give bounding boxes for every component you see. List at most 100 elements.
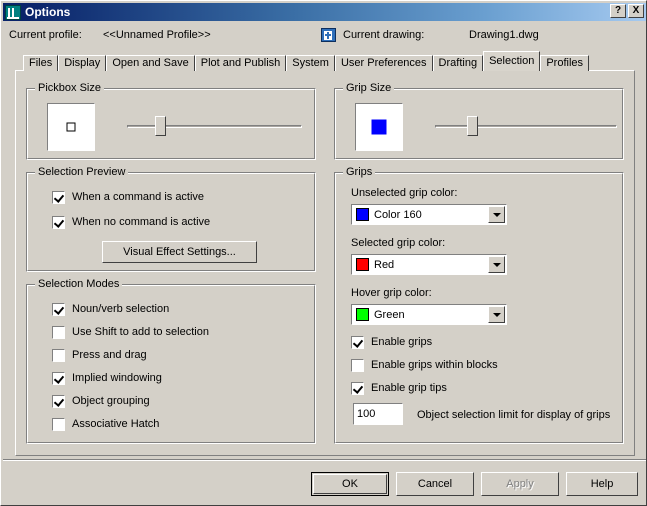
checkbox-box[interactable] bbox=[351, 381, 364, 395]
hover-grip-color-dropdown[interactable]: Green bbox=[351, 304, 507, 325]
checkbox-box[interactable] bbox=[351, 358, 364, 372]
tab-selection[interactable]: Selection bbox=[483, 51, 541, 71]
checkbox-box[interactable] bbox=[52, 394, 65, 408]
grip-size-group: Grip Size bbox=[334, 82, 624, 160]
checkbox-use-shift-to-add[interactable]: Use Shift to add to selection bbox=[52, 325, 209, 339]
grip-size-title: Grip Size bbox=[343, 82, 395, 94]
checkbox-label: Implied windowing bbox=[72, 372, 162, 384]
checkbox-label: Associative Hatch bbox=[72, 418, 160, 430]
profile-header: Current profile: <<Unnamed Profile>> Cur… bbox=[9, 28, 639, 44]
chevron-down-icon[interactable] bbox=[488, 256, 505, 273]
checkbox-label: Enable grip tips bbox=[371, 382, 447, 394]
cancel-button[interactable]: Cancel bbox=[396, 472, 474, 496]
grips-title: Grips bbox=[343, 166, 376, 178]
chevron-down-icon[interactable] bbox=[488, 306, 505, 323]
selection-modes-group: Selection Modes Noun/verb selection Use … bbox=[26, 278, 316, 444]
checkbox-enable-grip-tips[interactable]: Enable grip tips bbox=[351, 381, 447, 395]
selection-preview-group: Selection Preview When a command is acti… bbox=[26, 166, 316, 272]
autocad-app-icon bbox=[5, 4, 21, 20]
checkbox-label: Press and drag bbox=[72, 349, 147, 361]
tab-drafting[interactable]: Drafting bbox=[432, 55, 484, 71]
current-drawing-value: Drawing1.dwg bbox=[469, 29, 539, 41]
help-button[interactable]: Help bbox=[566, 472, 638, 496]
grip-size-slider[interactable] bbox=[435, 116, 617, 136]
checkbox-box[interactable] bbox=[52, 371, 65, 385]
pickbox-size-title: Pickbox Size bbox=[35, 82, 104, 94]
title-bar[interactable]: Options ? X bbox=[3, 3, 646, 21]
selected-grip-color-dropdown[interactable]: Red bbox=[351, 254, 507, 275]
grip-slider-thumb[interactable] bbox=[467, 116, 478, 136]
dropdown-value: Red bbox=[374, 258, 395, 271]
ok-button[interactable]: OK bbox=[311, 472, 389, 496]
footer-separator bbox=[3, 459, 646, 461]
tab-files[interactable]: Files bbox=[23, 55, 59, 71]
chevron-down-icon[interactable] bbox=[488, 206, 505, 223]
drawing-document-icon bbox=[321, 28, 336, 42]
options-dialog: Options ? X Current profile: <<Unnamed P… bbox=[0, 0, 647, 506]
help-icon[interactable]: ? bbox=[610, 4, 626, 18]
window-title: Options bbox=[25, 5, 71, 19]
tab-user-preferences[interactable]: User Preferences bbox=[334, 55, 433, 71]
checkbox-label: Object grouping bbox=[72, 395, 150, 407]
checkbox-enable-grips-within-blocks[interactable]: Enable grips within blocks bbox=[351, 358, 498, 372]
checkbox-when-command-active[interactable]: When a command is active bbox=[52, 190, 204, 204]
unselected-grip-color-label: Unselected grip color: bbox=[351, 187, 458, 199]
checkbox-label: When a command is active bbox=[72, 191, 205, 203]
unselected-grip-color-dropdown[interactable]: Color 160 bbox=[351, 204, 507, 225]
checkbox-label: Enable grips within blocks bbox=[371, 359, 498, 371]
checkbox-label: Use Shift to add to selection bbox=[72, 326, 209, 338]
checkbox-object-grouping[interactable]: Object grouping bbox=[52, 394, 150, 408]
hover-grip-color-label: Hover grip color: bbox=[351, 287, 432, 299]
dropdown-value: Green bbox=[374, 308, 405, 321]
checkbox-box[interactable] bbox=[52, 302, 65, 316]
color-swatch-icon bbox=[356, 258, 369, 271]
selection-preview-title: Selection Preview bbox=[35, 166, 129, 178]
apply-button[interactable]: Apply bbox=[481, 472, 559, 496]
pickbox-square-outline-icon bbox=[66, 122, 76, 132]
checkbox-press-and-drag[interactable]: Press and drag bbox=[52, 348, 147, 362]
visual-effect-settings-button[interactable]: Visual Effect Settings... bbox=[102, 241, 257, 263]
current-profile-value: <<Unnamed Profile>> bbox=[103, 29, 211, 41]
pickbox-slider-thumb[interactable] bbox=[155, 116, 166, 136]
grip-square-filled-icon bbox=[371, 119, 387, 135]
checkbox-box[interactable] bbox=[52, 190, 65, 204]
tab-strip: Files Display Open and Save Plot and Pub… bbox=[23, 51, 627, 71]
checkbox-enable-grips[interactable]: Enable grips bbox=[351, 335, 432, 349]
checkbox-box[interactable] bbox=[52, 215, 65, 229]
current-drawing-label: Current drawing: bbox=[343, 29, 425, 41]
title-bar-buttons: ? X bbox=[610, 4, 644, 18]
checkbox-implied-windowing[interactable]: Implied windowing bbox=[52, 371, 162, 385]
tab-plot-and-publish[interactable]: Plot and Publish bbox=[194, 55, 287, 71]
color-swatch-icon bbox=[356, 208, 369, 221]
selection-tab-panel: Pickbox Size Grip Size Selection Preview… bbox=[15, 70, 635, 456]
object-selection-limit-label: Object selection limit for display of gr… bbox=[417, 409, 611, 421]
checkbox-box[interactable] bbox=[52, 348, 65, 362]
pickbox-size-slider[interactable] bbox=[127, 116, 302, 136]
selected-grip-color-label: Selected grip color: bbox=[351, 237, 446, 249]
grip-slider-track[interactable] bbox=[435, 125, 617, 128]
current-profile-label: Current profile: bbox=[9, 29, 82, 41]
grip-preview bbox=[355, 103, 403, 151]
close-icon[interactable]: X bbox=[628, 4, 644, 18]
color-swatch-icon bbox=[356, 308, 369, 321]
checkbox-box[interactable] bbox=[52, 325, 65, 339]
checkbox-box[interactable] bbox=[52, 417, 65, 431]
selection-modes-title: Selection Modes bbox=[35, 278, 123, 290]
pickbox-size-group: Pickbox Size bbox=[26, 82, 316, 160]
checkbox-associative-hatch[interactable]: Associative Hatch bbox=[52, 417, 159, 431]
dropdown-value: Color 160 bbox=[374, 208, 422, 221]
object-selection-limit-input[interactable]: 100 bbox=[353, 403, 403, 425]
checkbox-label: Enable grips bbox=[371, 336, 433, 348]
checkbox-label: When no command is active bbox=[72, 216, 211, 228]
tab-open-and-save[interactable]: Open and Save bbox=[106, 55, 195, 71]
tab-display[interactable]: Display bbox=[58, 55, 107, 71]
checkbox-when-no-command-active[interactable]: When no command is active bbox=[52, 215, 210, 229]
pickbox-preview bbox=[47, 103, 95, 151]
grips-group: Grips Unselected grip color: Color 160 S… bbox=[334, 166, 624, 444]
tab-system[interactable]: System bbox=[286, 55, 335, 71]
tab-profiles[interactable]: Profiles bbox=[540, 55, 590, 71]
checkbox-box[interactable] bbox=[351, 335, 364, 349]
checkbox-label: Noun/verb selection bbox=[72, 303, 170, 315]
checkbox-noun-verb-selection[interactable]: Noun/verb selection bbox=[52, 302, 169, 316]
pickbox-slider-track[interactable] bbox=[127, 125, 302, 128]
